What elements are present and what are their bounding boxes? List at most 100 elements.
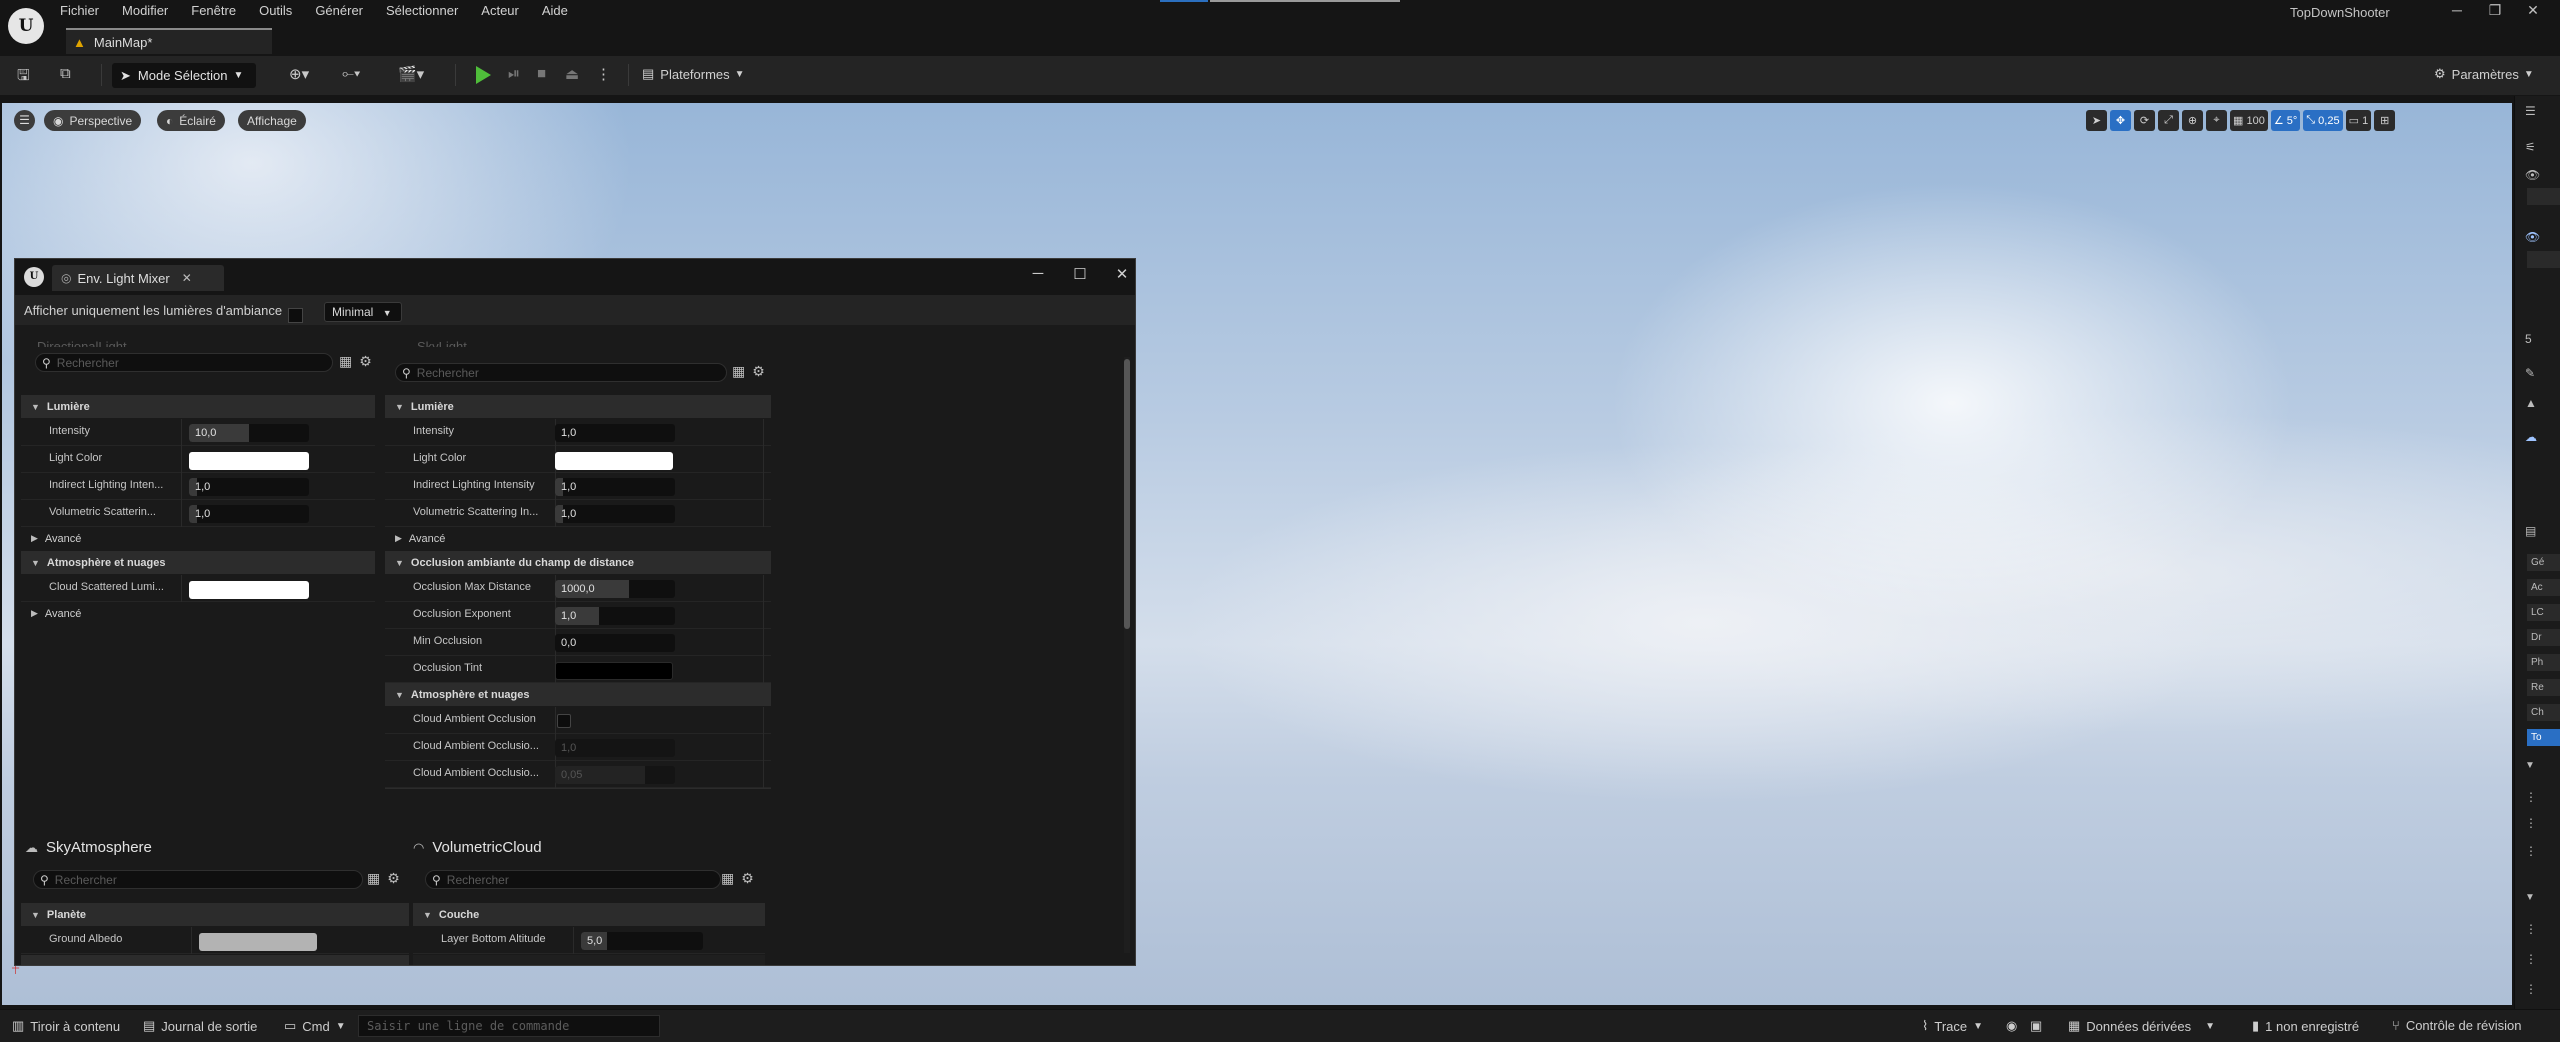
menu-edit[interactable]: Modifier bbox=[122, 0, 168, 22]
filter-icon[interactable]: ⚟ bbox=[2525, 140, 2536, 154]
menu-window[interactable]: Fenêtre bbox=[191, 0, 236, 22]
mixer-tab[interactable]: ◎ Env. Light Mixer ✕ bbox=[52, 265, 224, 291]
light-color-swatch[interactable] bbox=[189, 452, 309, 470]
grid-snap-button[interactable]: ▦ 100 bbox=[2230, 110, 2268, 131]
cinematics-icon[interactable]: 🎬▾ bbox=[398, 65, 424, 83]
more-icon[interactable]: ⋮ bbox=[2525, 790, 2537, 804]
intensity-field[interactable]: 1,0 bbox=[555, 424, 675, 442]
gear-icon[interactable]: ⚙ bbox=[752, 363, 765, 380]
category-light[interactable]: ▼ Lumière bbox=[385, 395, 771, 418]
more-icon[interactable]: ⋮ bbox=[2525, 816, 2537, 830]
menu-select[interactable]: Sélectionner bbox=[386, 0, 458, 22]
scale-icon[interactable]: ⤢ bbox=[2158, 110, 2179, 131]
trace-dropdown[interactable]: ⌇ Trace ▼ bbox=[1922, 1018, 1983, 1034]
minimize-icon[interactable]: ─ bbox=[2444, 2, 2470, 18]
category-planet[interactable]: ▼ Planète bbox=[21, 903, 409, 926]
level-tab[interactable]: ▲ MainMap* bbox=[66, 28, 272, 54]
more-icon[interactable]: ⋮ bbox=[2525, 922, 2537, 936]
step-icon[interactable]: ⏯ bbox=[508, 65, 520, 82]
category-distance-field-ao[interactable]: ▼ Occlusion ambiante du champ de distance bbox=[385, 551, 771, 574]
detail-level-dropdown[interactable]: Minimal ▼ bbox=[324, 302, 402, 322]
advanced-section[interactable]: ▶ Avancé bbox=[21, 602, 375, 625]
more-icon[interactable]: ⋮ bbox=[2525, 952, 2537, 966]
add-actor-icon[interactable]: ⊕▾ bbox=[289, 65, 309, 83]
lit-mode-button[interactable]: ◐ Éclairé bbox=[157, 110, 225, 131]
details-layout-icon[interactable]: ▤ bbox=[2525, 524, 2536, 538]
visibility-icon[interactable]: 👁 bbox=[2525, 168, 2540, 182]
table-view-icon[interactable]: ▦ bbox=[721, 870, 734, 887]
ground-albedo-swatch[interactable] bbox=[199, 933, 317, 951]
more-icon[interactable]: ⋮ bbox=[2525, 982, 2537, 996]
mode-select-dropdown[interactable]: ➤ Mode Sélection ▼ bbox=[112, 63, 256, 88]
surface-snap-icon[interactable]: ⌖ bbox=[2206, 110, 2227, 131]
rotation-snap-button[interactable]: ∠ 5° bbox=[2270, 110, 2301, 131]
occlusion-tint-swatch[interactable] bbox=[555, 662, 673, 680]
menu-help[interactable]: Aide bbox=[542, 0, 568, 22]
viewport-menu-icon[interactable]: ☰ bbox=[14, 110, 35, 131]
occlusion-max-distance-field[interactable]: 1000,0 bbox=[555, 580, 675, 598]
volumetric-scattering-field[interactable]: 1,0 bbox=[189, 505, 309, 523]
outliner-row[interactable] bbox=[2527, 251, 2560, 268]
content-drawer-button[interactable]: ▥ Tiroir à contenu bbox=[12, 1018, 120, 1034]
menu-file[interactable]: Fichier bbox=[60, 0, 99, 22]
menu-actor[interactable]: Acteur bbox=[481, 0, 519, 22]
intensity-field[interactable]: 10,0 bbox=[189, 424, 309, 442]
unreal-logo-icon[interactable]: U bbox=[8, 8, 44, 44]
menu-tools[interactable]: Outils bbox=[259, 0, 292, 22]
rotate-icon[interactable]: ⟳ bbox=[2134, 110, 2155, 131]
details-category[interactable]: Ph bbox=[2527, 654, 2560, 671]
eject-icon[interactable]: ⏏ bbox=[565, 65, 579, 83]
gear-icon[interactable]: ⚙ bbox=[387, 870, 400, 887]
restore-icon[interactable]: ❐ bbox=[2482, 2, 2508, 19]
search-input[interactable] bbox=[416, 365, 726, 380]
advanced-section[interactable]: ▶ Avancé bbox=[385, 527, 771, 550]
category-atmosphere[interactable]: ▼ Atmosphère et nuages bbox=[385, 683, 771, 706]
show-button[interactable]: Affichage bbox=[238, 110, 306, 131]
platforms-dropdown[interactable]: ▤ Plateformes ▼ bbox=[642, 66, 745, 82]
maximize-icon[interactable]: ☐ bbox=[1069, 265, 1091, 283]
close-icon[interactable]: ✕ bbox=[1111, 265, 1133, 283]
settings-button[interactable]: ⚙ Paramètres ▼ bbox=[2434, 66, 2534, 82]
gear-icon[interactable]: ⚙ bbox=[741, 870, 754, 887]
details-category[interactable]: Dr bbox=[2527, 629, 2560, 646]
scrollbar-thumb[interactable] bbox=[1124, 359, 1130, 629]
output-log-button[interactable]: ▤ Journal de sortie bbox=[143, 1018, 257, 1034]
outliner-row[interactable] bbox=[2527, 188, 2560, 205]
details-category-selected[interactable]: To bbox=[2527, 729, 2560, 746]
details-category[interactable]: Ac bbox=[2527, 579, 2560, 596]
more-options-icon[interactable]: ⋮ bbox=[596, 65, 611, 83]
blueprint-actor-icon[interactable]: ☁ bbox=[2525, 430, 2537, 444]
chevron-down-icon[interactable]: ▼ bbox=[2525, 760, 2535, 771]
play-icon[interactable] bbox=[476, 66, 491, 84]
close-icon[interactable]: ✕ bbox=[2520, 2, 2546, 19]
search-box[interactable]: ⚲ bbox=[395, 363, 727, 382]
save-icon[interactable]: 🖫 bbox=[17, 65, 30, 90]
details-category[interactable]: Gé bbox=[2527, 554, 2560, 571]
cloud-ao-checkbox[interactable] bbox=[557, 714, 571, 728]
minimize-icon[interactable]: ─ bbox=[1027, 265, 1049, 282]
layer-bottom-altitude-field[interactable]: 5,0 bbox=[581, 932, 703, 950]
outliner-tab-icon[interactable]: ☰ bbox=[2525, 104, 2536, 118]
derived-data-dropdown[interactable]: ▦ Données dérivées ▼ bbox=[2068, 1018, 2215, 1034]
search-box[interactable]: ⚲ bbox=[425, 870, 721, 889]
cmd-dropdown[interactable]: ▭ Cmd ▼ bbox=[284, 1018, 346, 1034]
search-box[interactable]: ⚲ bbox=[35, 353, 333, 372]
details-category[interactable]: Ch bbox=[2527, 704, 2560, 721]
indirect-intensity-field[interactable]: 1,0 bbox=[555, 478, 675, 496]
menu-build[interactable]: Générer bbox=[315, 0, 363, 22]
blueprint-icon[interactable]: ⟜▾ bbox=[342, 65, 360, 82]
scale-snap-button[interactable]: ⤡ 0,25 bbox=[2303, 110, 2343, 131]
viewport-layout-icon[interactable]: ⊞ bbox=[2374, 110, 2396, 131]
revision-control-button[interactable]: ⑂ Contrôle de révision bbox=[2392, 1018, 2521, 1033]
table-view-icon[interactable]: ▦ bbox=[339, 353, 352, 370]
search-box[interactable]: ⚲ bbox=[33, 870, 363, 889]
light-color-swatch[interactable] bbox=[555, 452, 673, 470]
search-input[interactable] bbox=[446, 872, 720, 887]
cloud-color-swatch[interactable] bbox=[189, 581, 309, 599]
tab-close-icon[interactable]: ✕ bbox=[182, 271, 192, 285]
stop-icon[interactable]: ■ bbox=[537, 65, 546, 82]
open-asset-icon[interactable]: ⧉ bbox=[60, 65, 71, 82]
advanced-section[interactable]: ▶ Avancé bbox=[21, 527, 375, 550]
screenshot-icon[interactable]: ▣ bbox=[2030, 1018, 2042, 1034]
category-light[interactable]: ▼ Lumière bbox=[21, 395, 375, 418]
